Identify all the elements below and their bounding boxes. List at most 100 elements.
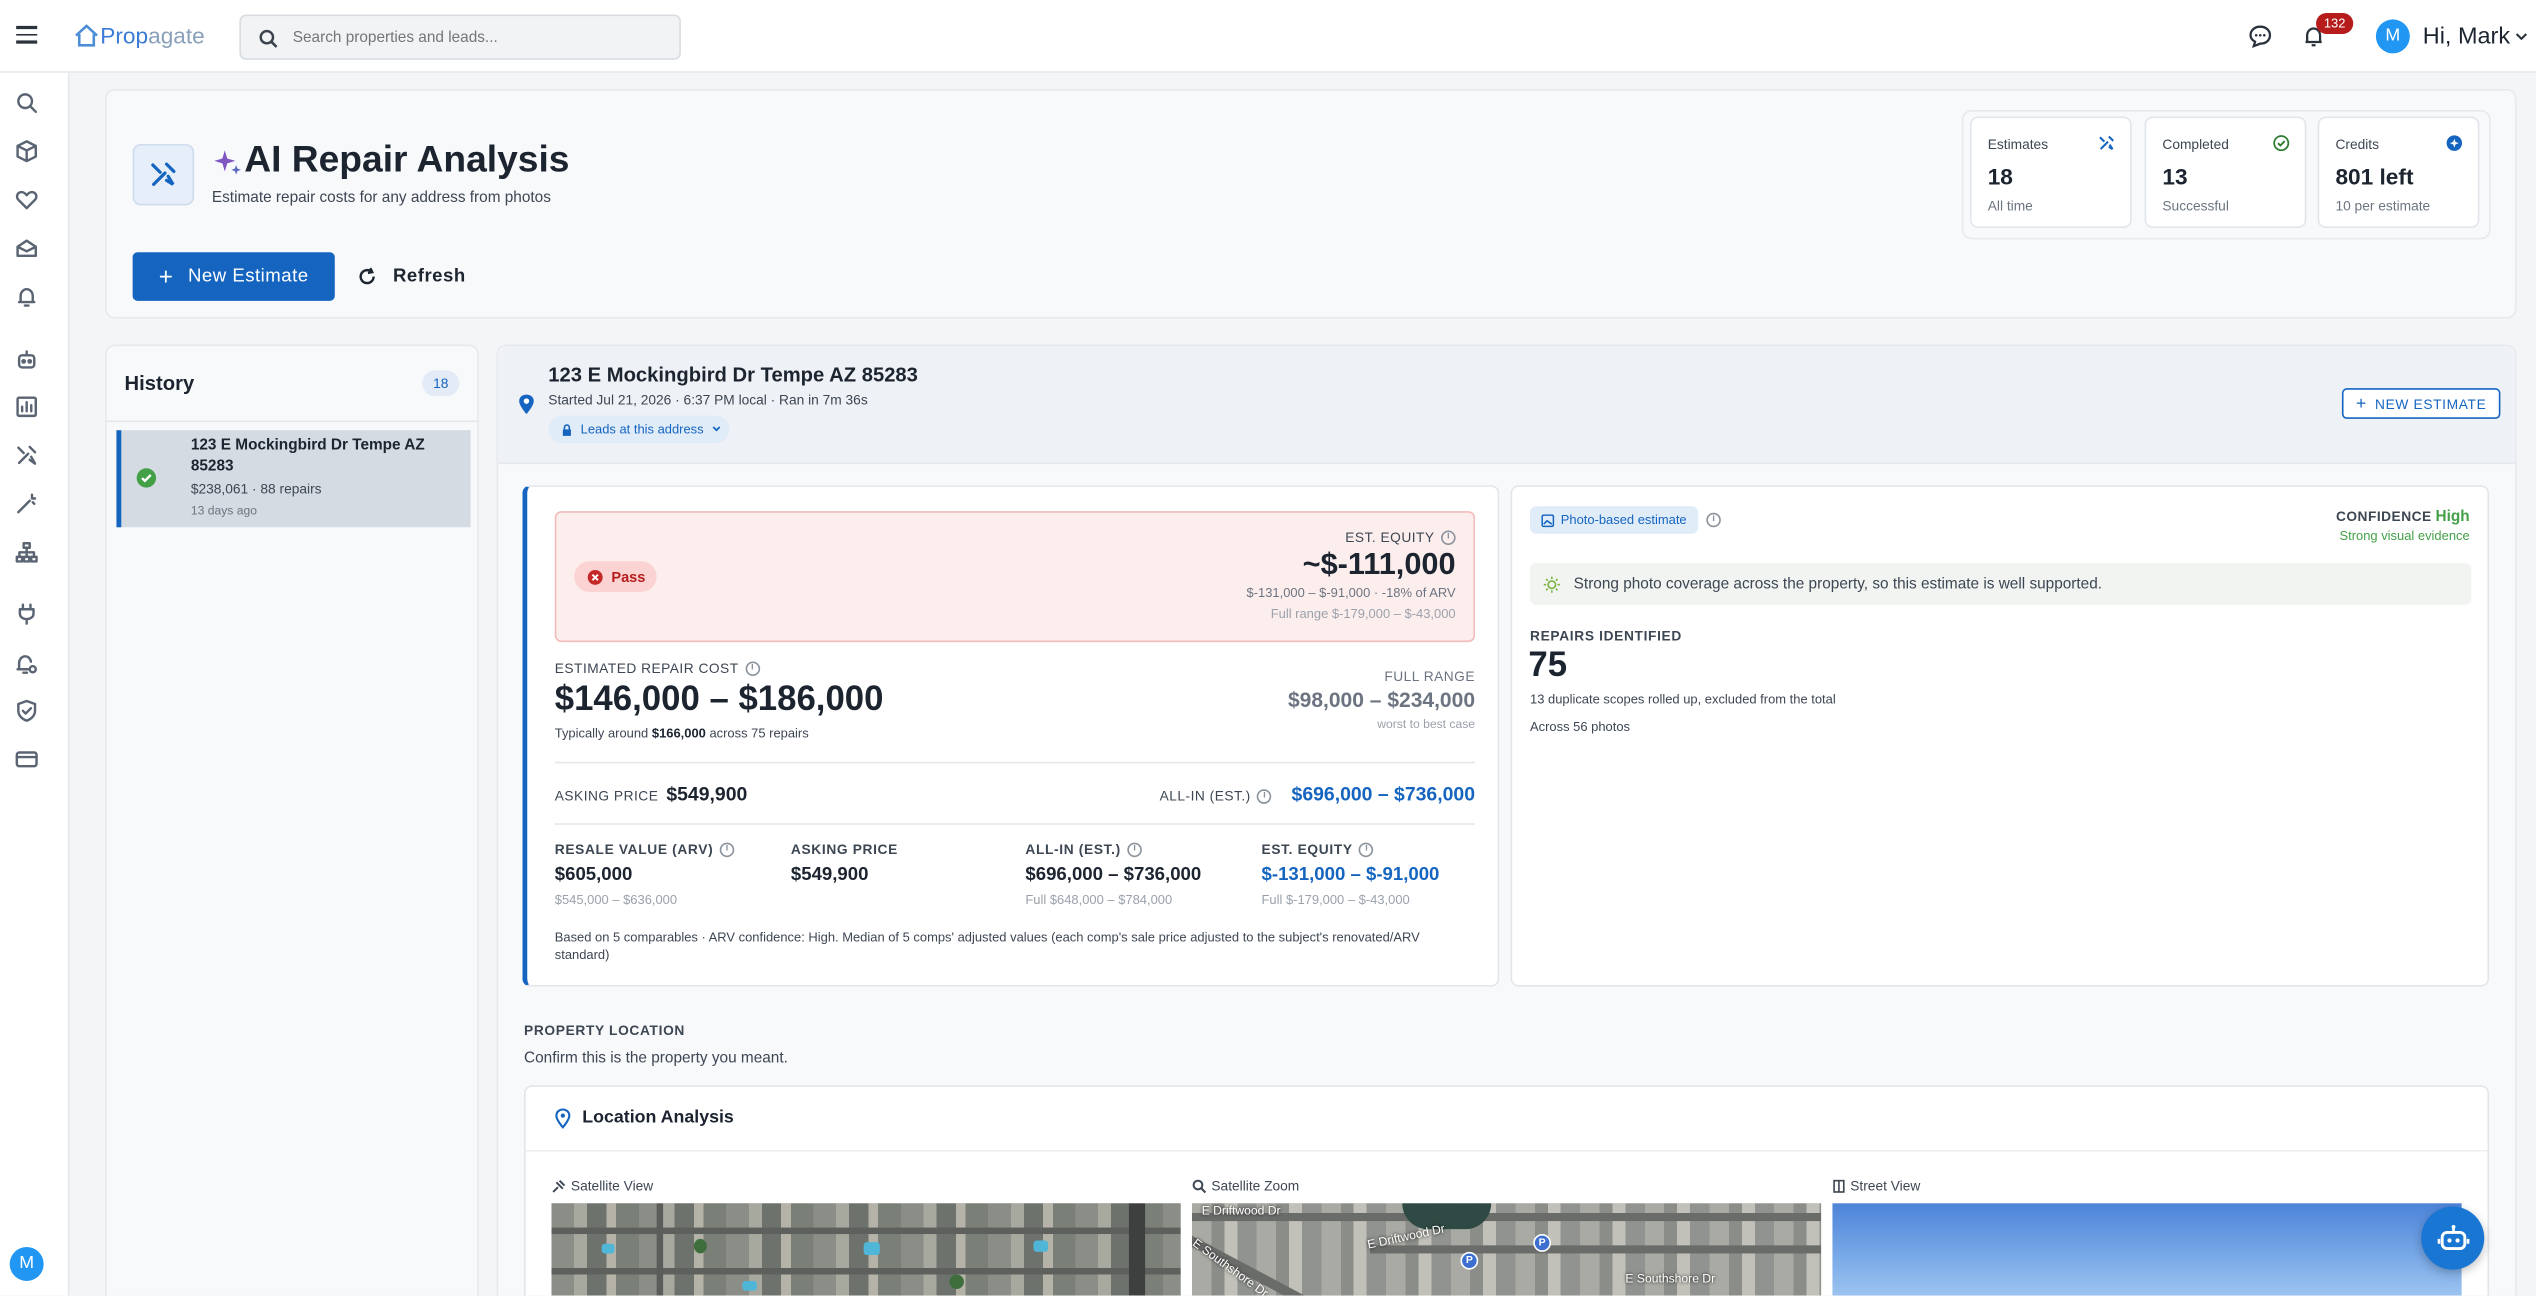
chat-icon[interactable] [2248,24,2272,48]
new-estimate-outline-button[interactable]: + NEW ESTIMATE [2341,388,2501,419]
satellite-view-label: Satellite View [552,1177,653,1194]
metric-label: EST. EQUITY [1261,841,1353,858]
parking-pin-icon: P [1460,1251,1479,1270]
search-icon[interactable] [13,89,39,115]
shield-check-icon[interactable] [13,697,39,723]
metric-value: $-131,000 – $-91,000 [1261,865,1440,885]
robot-icon [2436,1224,2469,1250]
info-icon[interactable]: i [719,841,735,857]
equity-full-range: Full range $-179,000 – $-43,000 [1270,606,1456,622]
confidence-card [1510,485,2490,987]
leads-chip[interactable]: Leads at this address [548,415,730,444]
repairs-photos: Across 56 photos [1530,719,1630,735]
search-icon [259,29,278,48]
info-icon[interactable]: i [1359,841,1374,857]
equity-value: ~$-111,000 [1302,548,1456,583]
repairs-count: 75 [1528,645,1568,685]
credit-card-icon[interactable] [13,746,39,772]
stat-sub: All time [1987,197,2033,214]
assistant-fab[interactable] [2421,1206,2485,1270]
bell-icon[interactable] [13,283,39,309]
location-pin-icon [519,394,534,415]
satellite-zoom-image[interactable]: E Driftwood Dr E Driftwood Dr E Southsho… [1191,1203,1822,1296]
stat-title: Credits [2335,135,2380,153]
new-estimate-label: New Estimate [188,266,309,287]
magic-wand-icon[interactable] [13,490,39,516]
metric-sub: $545,000 – $636,000 [554,892,678,908]
full-range-sub: worst to best case [1377,716,1476,732]
repairs-label: REPAIRS IDENTIFIED [1530,627,1682,644]
leads-chip-label: Leads at this address [580,422,704,437]
check-circle-icon [2273,135,2290,152]
location-analysis-title: Location Analysis [582,1107,734,1128]
repairs-duplicates: 13 duplicate scopes rolled up, excluded … [1530,692,1836,707]
equity-banner: Pass EST. EQUITY i ~$-111,000 $-131,000 … [554,511,1476,643]
detail-address: 123 E Mockingbird Dr Tempe AZ 85283 [548,363,918,387]
view-label: Satellite Zoom [1211,1177,1300,1194]
repair-typical-post: across 75 repairs [709,726,809,741]
robot-icon[interactable] [13,346,39,372]
heart-icon[interactable] [13,186,39,212]
info-icon[interactable]: i [1257,788,1272,804]
all-in-label-text: ALL-IN (EST.) [1159,787,1251,804]
photo-based-label: Photo-based estimate [1560,512,1687,528]
history-item-age: 13 days ago [190,502,257,518]
menu-icon[interactable] [16,25,38,44]
history-list-item[interactable]: 123 E Mockingbird Dr Tempe AZ 85283 $238… [116,430,471,528]
info-icon[interactable]: i [745,660,760,676]
location-pin-icon [555,1108,571,1129]
metric-value: $696,000 – $736,000 [1025,865,1202,885]
info-icon[interactable]: i [1706,512,1721,528]
inbox-icon[interactable] [13,235,39,261]
user-menu[interactable]: M Hi, Mark [2375,19,2528,54]
stat-sub: Successful [2162,197,2229,214]
plus-icon: + [158,262,174,291]
history-title: History [124,371,195,395]
sidebar-avatar[interactable]: M [9,1246,44,1281]
info-icon[interactable]: i [1127,841,1142,857]
search-box[interactable] [239,14,681,60]
stat-value: 13 [2162,163,2188,190]
asking-price-label: ASKING PRICE [554,787,659,804]
stat-value: 18 [1987,163,2013,190]
satellite-zoom-label: Satellite Zoom [1192,1177,1300,1194]
stat-card-credits: Credits 801 left 10 per estimate [2317,116,2480,229]
new-estimate-button[interactable]: + New Estimate [132,252,335,301]
map-label: E Southshore Dr [1625,1271,1716,1286]
alert-settings-icon[interactable] [13,650,39,676]
divider [554,823,1476,825]
refresh-button[interactable]: Refresh [357,252,465,301]
history-panel: History 18 123 E Mockingbird Dr Tempe AZ… [105,344,479,1296]
property-location-sub: Confirm this is the property you meant. [524,1049,788,1068]
lightbulb-icon [1543,575,1560,592]
brand-logo[interactable]: Prop agate [74,22,205,49]
street-view-image[interactable] [1832,1203,2462,1296]
satellite-view-image[interactable] [551,1203,1181,1296]
close-circle-icon [587,569,603,585]
tools-icon[interactable] [13,442,39,468]
lock-icon [562,423,571,436]
repair-cost-range: $146,000 – $186,000 [554,679,884,719]
metric-equity: EST. EQUITY i $-131,000 – $-91,000 Full $… [1262,841,1440,907]
satellite-icon [552,1179,566,1192]
street-view-label: Street View [1832,1177,1920,1194]
info-icon[interactable]: i [1441,529,1456,545]
plug-icon[interactable] [13,600,39,626]
stat-sub: 10 per estimate [2335,197,2431,214]
confidence-value: High [2435,507,2470,526]
stat-card-estimates: Estimates 18 All time [1969,116,2132,229]
avatar: M [2375,19,2410,54]
new-estimate-outline-label: NEW ESTIMATE [2375,395,2487,412]
box-icon[interactable] [13,137,39,163]
brand-prefix: Prop [100,22,149,49]
search-input[interactable] [292,25,665,51]
pass-badge: Pass [574,561,657,592]
notifications-badge: 132 [2316,12,2354,34]
chart-icon[interactable] [13,393,39,419]
hierarchy-icon[interactable] [13,539,39,565]
tools-icon [2099,135,2114,150]
history-divider [106,420,478,423]
stat-value: 801 left [2335,163,2414,190]
metric-label: RESALE VALUE (ARV) [554,841,714,858]
tools-badge [132,143,195,206]
